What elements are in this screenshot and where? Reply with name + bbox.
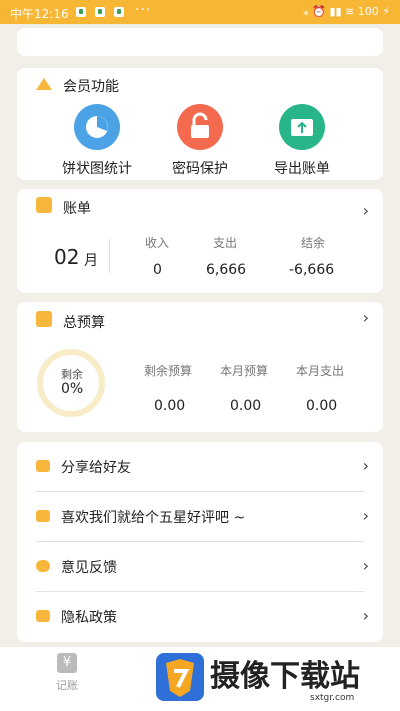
tab-bookkeeping[interactable]: ¥ 记账 bbox=[42, 653, 92, 693]
pie-chart-icon bbox=[74, 104, 120, 150]
feature-label: 饼状图统计 bbox=[62, 161, 132, 177]
status-icons: ⁎ ⏰ ▮▮ ≋ 100 ⚡ bbox=[303, 5, 390, 18]
vip-title: 会员功能 bbox=[63, 79, 119, 95]
menu-item-label: 隐私政策 bbox=[61, 610, 117, 626]
income-header: 收入 bbox=[145, 236, 170, 250]
month-budget-header: 本月预算 bbox=[220, 364, 269, 378]
menu-item-share[interactable]: 分享给好友 › bbox=[17, 442, 383, 492]
menu-item-label: 意见反馈 bbox=[61, 560, 117, 576]
menu-card: 分享给好友 › 喜欢我们就给个五星好评吧 ~ › 意见反馈 › 隐私政策 › bbox=[17, 442, 383, 642]
chevron-right-icon: › bbox=[362, 308, 369, 327]
chevron-right-icon: › bbox=[362, 556, 369, 575]
remaining-budget-value: 0.00 bbox=[154, 398, 186, 414]
feedback-icon bbox=[36, 560, 50, 572]
bill-card[interactable]: 账单 › 02 月 收入 支出 结余 0 6,666 -6,666 bbox=[17, 189, 383, 293]
shield-icon bbox=[36, 610, 50, 622]
share-icon bbox=[36, 460, 50, 472]
shield-icon bbox=[76, 7, 86, 17]
yen-icon: ¥ bbox=[57, 653, 77, 673]
more-notifications-icon: ··· bbox=[135, 2, 152, 18]
feature-label: 导出账单 bbox=[274, 161, 330, 177]
month-expense-header: 本月支出 bbox=[296, 364, 345, 378]
expense-header: 支出 bbox=[213, 236, 238, 250]
watermark-brand: 摄像下载站 bbox=[210, 659, 360, 694]
thumbs-up-icon bbox=[36, 510, 50, 522]
chevron-right-icon: › bbox=[362, 456, 369, 475]
income-value: 0 bbox=[153, 262, 162, 278]
bill-month-unit: 月 bbox=[84, 253, 98, 269]
budget-card[interactable]: 总预算 › 剩余 0% 剩余预算 本月预算 本月支出 0.00 0.00 0.0… bbox=[17, 302, 383, 432]
shield-icon bbox=[95, 7, 105, 17]
lock-icon bbox=[177, 104, 223, 150]
expense-value: 6,666 bbox=[206, 262, 247, 278]
menu-item-feedback[interactable]: 意见反馈 › bbox=[17, 542, 383, 592]
budget-icon bbox=[36, 311, 52, 327]
feature-pie-chart[interactable]: 饼状图统计 bbox=[47, 104, 147, 178]
feature-label: 密码保护 bbox=[172, 161, 228, 177]
feature-password[interactable]: 密码保护 bbox=[150, 104, 250, 178]
brand-logo bbox=[156, 653, 204, 701]
status-bar: 中午12:16 ··· ⁎ ⏰ ▮▮ ≋ 100 ⚡ bbox=[0, 0, 400, 24]
chevron-right-icon: › bbox=[362, 606, 369, 625]
vip-card: 会员功能 饼状图统计 密码保护 导出账单 bbox=[17, 68, 383, 180]
ring-percent: 0% bbox=[61, 381, 84, 397]
shield-icon bbox=[114, 7, 124, 17]
watermark: 摄像下载站 sxtgr.com bbox=[150, 647, 400, 711]
menu-item-label: 喜欢我们就给个五星好评吧 ~ bbox=[61, 510, 246, 526]
watermark-url: sxtgr.com bbox=[310, 693, 355, 703]
ring-label: 剩余 bbox=[61, 368, 83, 381]
tab-label: 记账 bbox=[56, 679, 78, 692]
divider bbox=[109, 239, 110, 273]
budget-title: 总预算 bbox=[63, 315, 105, 331]
feature-export[interactable]: 导出账单 bbox=[252, 104, 352, 178]
bill-title: 账单 bbox=[63, 201, 91, 217]
balance-value: -6,666 bbox=[289, 262, 335, 278]
month-expense-value: 0.00 bbox=[306, 398, 338, 414]
chevron-right-icon: › bbox=[362, 506, 369, 525]
crown-icon bbox=[36, 78, 52, 90]
month-budget-value: 0.00 bbox=[230, 398, 262, 414]
status-time: 中午12:16 bbox=[10, 7, 69, 21]
remaining-budget-header: 剩余预算 bbox=[144, 364, 193, 378]
menu-item-rate[interactable]: 喜欢我们就给个五星好评吧 ~ › bbox=[17, 492, 383, 542]
export-icon bbox=[279, 104, 325, 150]
top-card bbox=[17, 28, 383, 56]
bill-icon bbox=[36, 197, 52, 213]
balance-header: 结余 bbox=[301, 236, 326, 250]
menu-item-privacy[interactable]: 隐私政策 › bbox=[17, 592, 383, 642]
menu-item-label: 分享给好友 bbox=[61, 460, 131, 476]
chevron-right-icon: › bbox=[362, 201, 369, 220]
bill-month-number: 02 bbox=[54, 245, 80, 269]
